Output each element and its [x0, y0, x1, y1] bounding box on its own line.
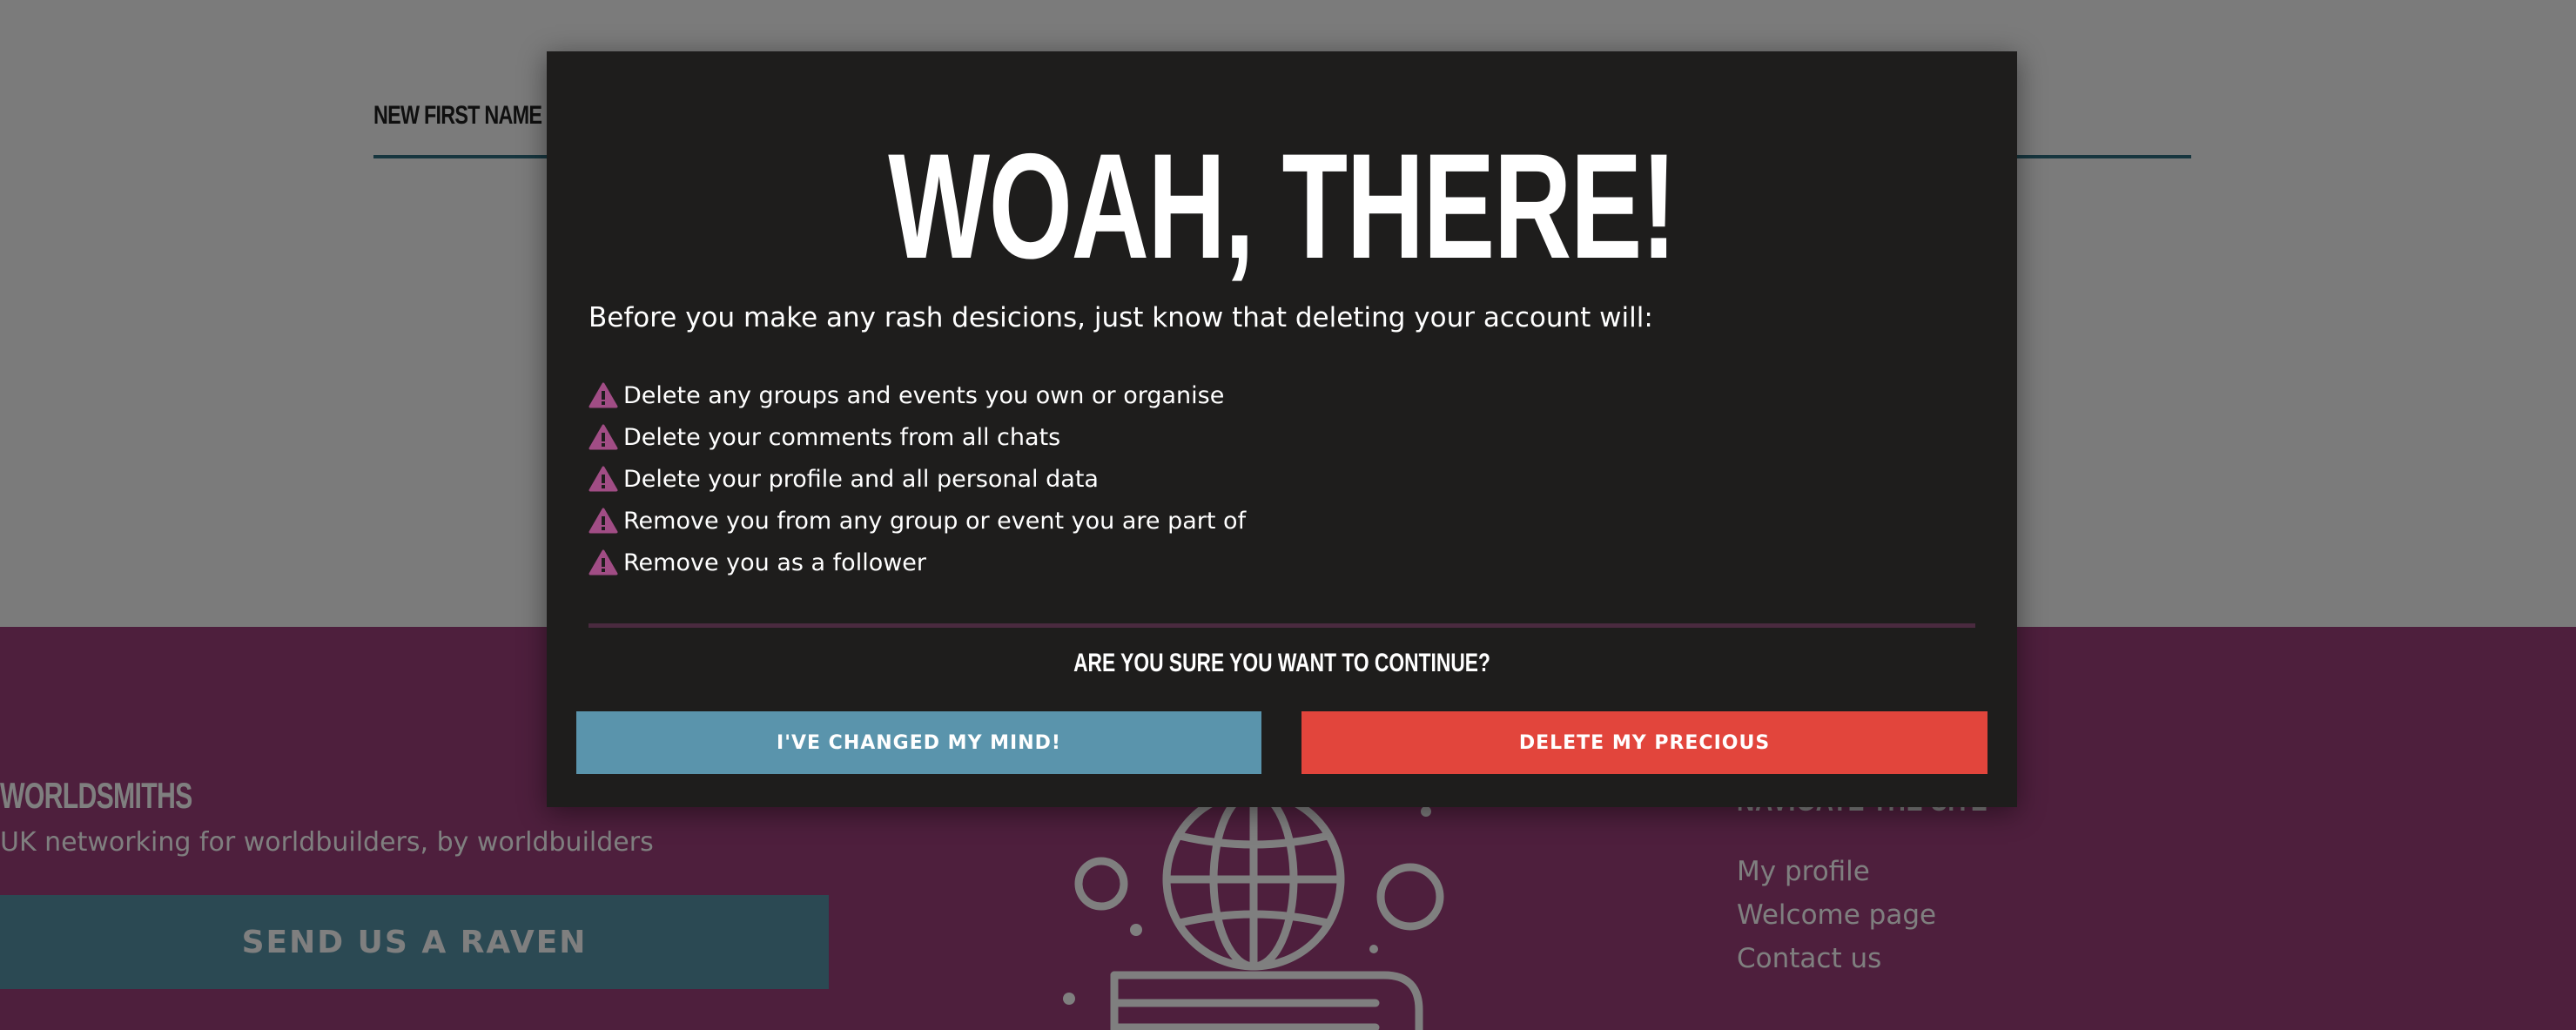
modal-intro: Before you make any rash desicions, just… [589, 302, 1653, 333]
warning-text: Delete your profile and all personal dat… [623, 465, 1099, 493]
confirm-question: ARE YOU SURE YOU WANT TO CONTINUE? [1073, 649, 1490, 677]
changed-my-mind-button[interactable]: I'VE CHANGED MY MIND! [576, 711, 1261, 774]
warning-text: Remove you as a follower [623, 549, 927, 576]
warning-item: Remove you from any group or event you a… [589, 500, 1246, 542]
delete-account-modal: WOAH, THERE! Before you make any rash de… [547, 51, 2017, 807]
modal-title: WOAH, THERE! [888, 123, 1677, 290]
warning-triangle-icon [589, 466, 618, 492]
warning-item: Delete any groups and events you own or … [589, 374, 1246, 416]
warning-triangle-icon [589, 382, 618, 408]
warning-triangle-icon [589, 508, 618, 534]
delete-account-button[interactable]: DELETE MY PRECIOUS [1301, 711, 1987, 774]
warning-text: Delete your comments from all chats [623, 423, 1061, 451]
warning-triangle-icon [589, 424, 618, 450]
warning-item: Delete your comments from all chats [589, 416, 1246, 458]
warning-item: Delete your profile and all personal dat… [589, 458, 1246, 500]
warning-item: Remove you as a follower [589, 542, 1246, 583]
warning-text: Remove you from any group or event you a… [623, 507, 1247, 535]
warning-list: Delete any groups and events you own or … [589, 374, 1246, 583]
modal-divider [589, 623, 1975, 628]
warning-triangle-icon [589, 549, 618, 576]
warning-text: Delete any groups and events you own or … [623, 381, 1225, 409]
